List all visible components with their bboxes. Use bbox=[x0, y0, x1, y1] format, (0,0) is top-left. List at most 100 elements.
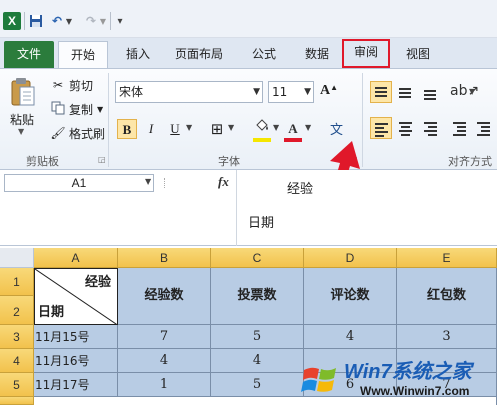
table-cell[interactable]: 7 bbox=[118, 325, 211, 349]
tab-formulas[interactable]: 公式 bbox=[242, 41, 286, 68]
font-color-button[interactable]: A bbox=[283, 119, 303, 139]
table-cell[interactable]: 5 bbox=[211, 373, 304, 397]
borders-icon[interactable]: ⊞ bbox=[207, 119, 227, 139]
copy-dropdown-icon[interactable]: ▼ bbox=[97, 105, 103, 114]
row-header-5[interactable]: 5 bbox=[0, 373, 34, 397]
undo-dropdown-icon[interactable]: ▼ bbox=[64, 12, 74, 30]
ribbon-tabs: 文件 开始 插入 页面布局 公式 数据 审阅 视图 bbox=[0, 38, 497, 68]
ribbon: 粘贴 ▼ ✂ 剪切 复制 ▼ 🖌 格式刷 剪贴板 ◲ 宋体 ▼ 11 ▼ A▲ … bbox=[0, 68, 497, 227]
diagonal-top-label: 经验 bbox=[84, 275, 111, 290]
formula-text-line-2: 日期 bbox=[248, 216, 275, 231]
tab-home[interactable]: 开始 bbox=[58, 41, 108, 68]
select-all-button[interactable] bbox=[0, 248, 34, 268]
tab-review[interactable]: 审阅 bbox=[342, 39, 390, 68]
name-box[interactable]: A1 bbox=[4, 174, 154, 192]
insert-function-icon[interactable]: fx bbox=[218, 174, 229, 190]
customize-toolbar-icon[interactable]: ▾ bbox=[114, 12, 126, 30]
tab-data[interactable]: 数据 bbox=[296, 41, 338, 68]
header-cell[interactable]: 评论数 bbox=[304, 268, 397, 325]
chevron-down-icon: ▼ bbox=[304, 87, 311, 97]
fill-color-dropdown-icon[interactable]: ▼ bbox=[273, 123, 279, 132]
tab-insert[interactable]: 插入 bbox=[116, 41, 160, 68]
toolbar-divider bbox=[24, 12, 25, 30]
tab-page-layout[interactable]: 页面布局 bbox=[168, 41, 230, 68]
table-cell[interactable]: 5 bbox=[211, 325, 304, 349]
format-painter-label: 格式刷 bbox=[69, 126, 106, 141]
formula-bar: A1 ▼ fx 经验 日期 bbox=[0, 170, 497, 246]
chevron-down-icon: ▼ bbox=[253, 87, 260, 97]
copy-icon bbox=[50, 101, 66, 118]
italic-button[interactable]: I bbox=[141, 119, 161, 139]
underline-button[interactable]: U bbox=[165, 119, 185, 139]
paste-dropdown-icon[interactable]: ▼ bbox=[18, 127, 24, 136]
header-cell[interactable]: 红包数 bbox=[397, 268, 497, 325]
font-color-dropdown-icon[interactable]: ▼ bbox=[305, 123, 311, 132]
excel-icon[interactable]: X bbox=[3, 12, 21, 30]
align-left-button[interactable] bbox=[370, 117, 392, 139]
dialog-launcher-icon[interactable]: ◲ bbox=[98, 155, 106, 164]
column-header-e[interactable]: E bbox=[397, 248, 497, 268]
cut-button[interactable]: ✂ 剪切 bbox=[50, 75, 93, 95]
row-header-6[interactable] bbox=[0, 397, 34, 405]
align-center-button[interactable] bbox=[395, 117, 417, 139]
save-icon[interactable] bbox=[28, 12, 44, 30]
column-header-c[interactable]: C bbox=[211, 248, 304, 268]
name-box-dropdown-icon[interactable]: ▼ bbox=[145, 177, 151, 186]
column-header-b[interactable]: B bbox=[118, 248, 211, 268]
header-cell[interactable]: 投票数 bbox=[211, 268, 304, 325]
tab-view[interactable]: 视图 bbox=[396, 41, 440, 68]
watermark-title: Win7系统之家 bbox=[344, 361, 472, 383]
paste-icon[interactable] bbox=[10, 77, 36, 107]
formula-input[interactable] bbox=[236, 170, 497, 246]
resize-handle[interactable] bbox=[164, 178, 178, 188]
watermark: Win7系统之家 Www.Winwin7.com bbox=[300, 352, 497, 405]
scissors-icon: ✂ bbox=[52, 78, 64, 92]
watermark-url: Www.Winwin7.com bbox=[360, 384, 470, 398]
orientation-dropdown-icon[interactable]: ▼ bbox=[469, 87, 475, 96]
top-align-button[interactable] bbox=[370, 81, 392, 103]
row-header-1[interactable]: 1 bbox=[0, 268, 34, 296]
format-painter-button[interactable]: 🖌 格式刷 bbox=[50, 123, 105, 143]
date-cell[interactable]: 11月15号 bbox=[34, 325, 118, 349]
font-name-select[interactable]: 宋体 ▼ bbox=[115, 81, 263, 103]
paste-button[interactable]: 粘贴 bbox=[10, 111, 34, 128]
date-cell[interactable]: 11月17号 bbox=[34, 373, 118, 397]
borders-dropdown-icon[interactable]: ▼ bbox=[228, 123, 234, 132]
row-header-3[interactable]: 3 bbox=[0, 325, 34, 349]
table-cell[interactable]: 4 bbox=[304, 325, 397, 349]
column-header-a[interactable]: A bbox=[34, 248, 118, 268]
table-cell[interactable]: 1 bbox=[118, 373, 211, 397]
redo-dropdown-icon[interactable]: ▼ bbox=[98, 12, 108, 30]
fill-color-icon[interactable] bbox=[252, 119, 272, 139]
increase-indent-button[interactable] bbox=[473, 117, 495, 139]
increase-font-size-icon[interactable]: A▲ bbox=[320, 83, 338, 99]
font-size-value: 11 bbox=[272, 85, 288, 99]
group-divider bbox=[108, 73, 109, 167]
row-header-2[interactable]: 2 bbox=[0, 296, 34, 325]
bold-button[interactable]: B bbox=[117, 119, 137, 139]
align-right-button[interactable] bbox=[420, 117, 442, 139]
phonetic-guide-button[interactable]: 文 bbox=[330, 119, 343, 138]
decrease-indent-button[interactable] bbox=[449, 117, 471, 139]
date-cell[interactable]: 11月16号 bbox=[34, 349, 118, 373]
bottom-align-button[interactable] bbox=[420, 81, 442, 103]
underline-dropdown-icon[interactable]: ▼ bbox=[186, 123, 192, 132]
table-cell[interactable]: 3 bbox=[397, 325, 497, 349]
copy-button[interactable]: 复制 ▼ bbox=[50, 99, 103, 119]
header-cell[interactable]: 经验数 bbox=[118, 268, 211, 325]
diagonal-header-cell[interactable]: 经验 日期 bbox=[34, 268, 118, 325]
column-header-d[interactable]: D bbox=[304, 248, 397, 268]
cut-label: 剪切 bbox=[69, 78, 94, 93]
table-cell[interactable]: 4 bbox=[211, 349, 304, 373]
diagonal-bottom-label: 日期 bbox=[38, 305, 65, 320]
alignment-group-label: 对齐方式 bbox=[448, 155, 492, 168]
tab-file[interactable]: 文件 bbox=[4, 41, 54, 68]
clipboard-group-label: 剪贴板 bbox=[26, 155, 59, 168]
formula-text-line-1: 经验 bbox=[287, 182, 314, 197]
font-size-select[interactable]: 11 ▼ bbox=[268, 81, 314, 103]
fill-color-swatch bbox=[253, 138, 271, 142]
table-cell[interactable]: 4 bbox=[118, 349, 211, 373]
row-header-4[interactable]: 4 bbox=[0, 349, 34, 373]
middle-align-button[interactable] bbox=[395, 81, 417, 103]
brush-icon: 🖌 bbox=[50, 126, 66, 140]
